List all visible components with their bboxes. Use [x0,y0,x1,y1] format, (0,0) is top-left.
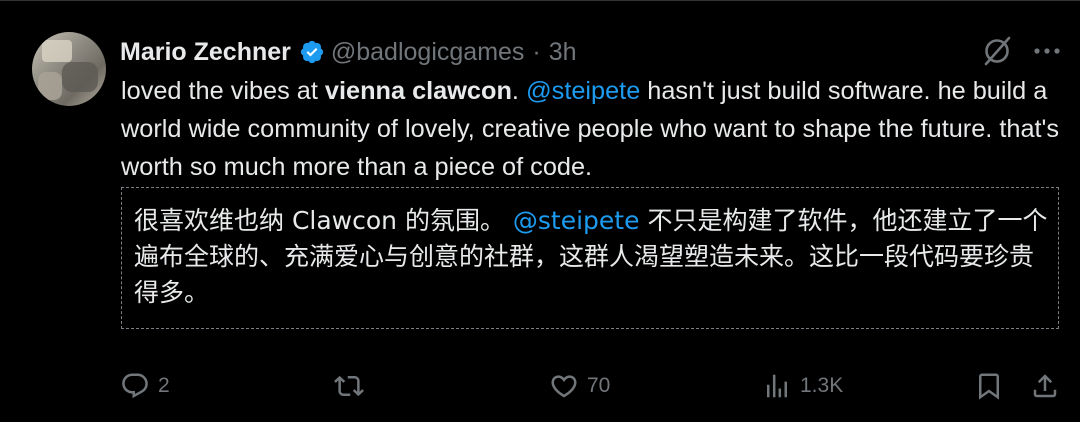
like-count: 70 [587,374,611,397]
tweet-header: Mario Zechner @badlogicgames · 3h [120,36,577,68]
mention-link[interactable]: @steipete [526,77,640,105]
top-divider [0,0,1080,1]
views-button[interactable]: 1.3K [762,366,843,406]
repost-button[interactable] [334,366,372,406]
views-icon [767,374,787,398]
translation-mention-link[interactable]: @steipete [513,206,640,235]
bookmark-button[interactable] [974,366,1004,406]
tweet-text-segment: loved the vibes at [121,77,325,105]
avatar[interactable] [32,32,106,106]
timestamp[interactable]: 3h [549,38,577,67]
separator-dot: · [532,37,541,66]
reply-count: 2 [158,374,170,397]
tweet-top-actions [980,34,1062,68]
author-handle[interactable]: @badlogicgames [331,38,525,67]
share-button[interactable] [1030,366,1060,406]
share-icon [1033,374,1057,398]
like-icon [551,375,577,398]
repost-icon [334,375,364,397]
like-button[interactable]: 70 [549,366,610,406]
translation-text: 很喜欢维也纳 Clawcon 的氛围。 @steipete 不只是构建了软件，他… [134,203,1049,311]
grok-icon[interactable] [980,34,1014,68]
translation-segment: 很喜欢维也纳 Clawcon 的氛围。 [134,206,513,235]
more-icon[interactable] [1032,36,1062,66]
reply-button[interactable]: 2 [120,366,170,406]
action-bar: 2 70 1.3K [0,366,1080,406]
verified-badge-icon[interactable] [299,39,325,65]
bookmark-icon [979,373,999,400]
tweet-text-segment: . [511,77,526,105]
tweet-text: loved the vibes at vienna clawcon. @stei… [121,72,1066,186]
translation-box: 很喜欢维也纳 Clawcon 的氛围。 @steipete 不只是构建了软件，他… [121,187,1059,329]
tweet-text-bold: vienna clawcon [324,77,512,105]
reply-icon [122,373,148,399]
views-count: 1.3K [800,374,844,397]
author-name[interactable]: Mario Zechner [120,38,291,67]
